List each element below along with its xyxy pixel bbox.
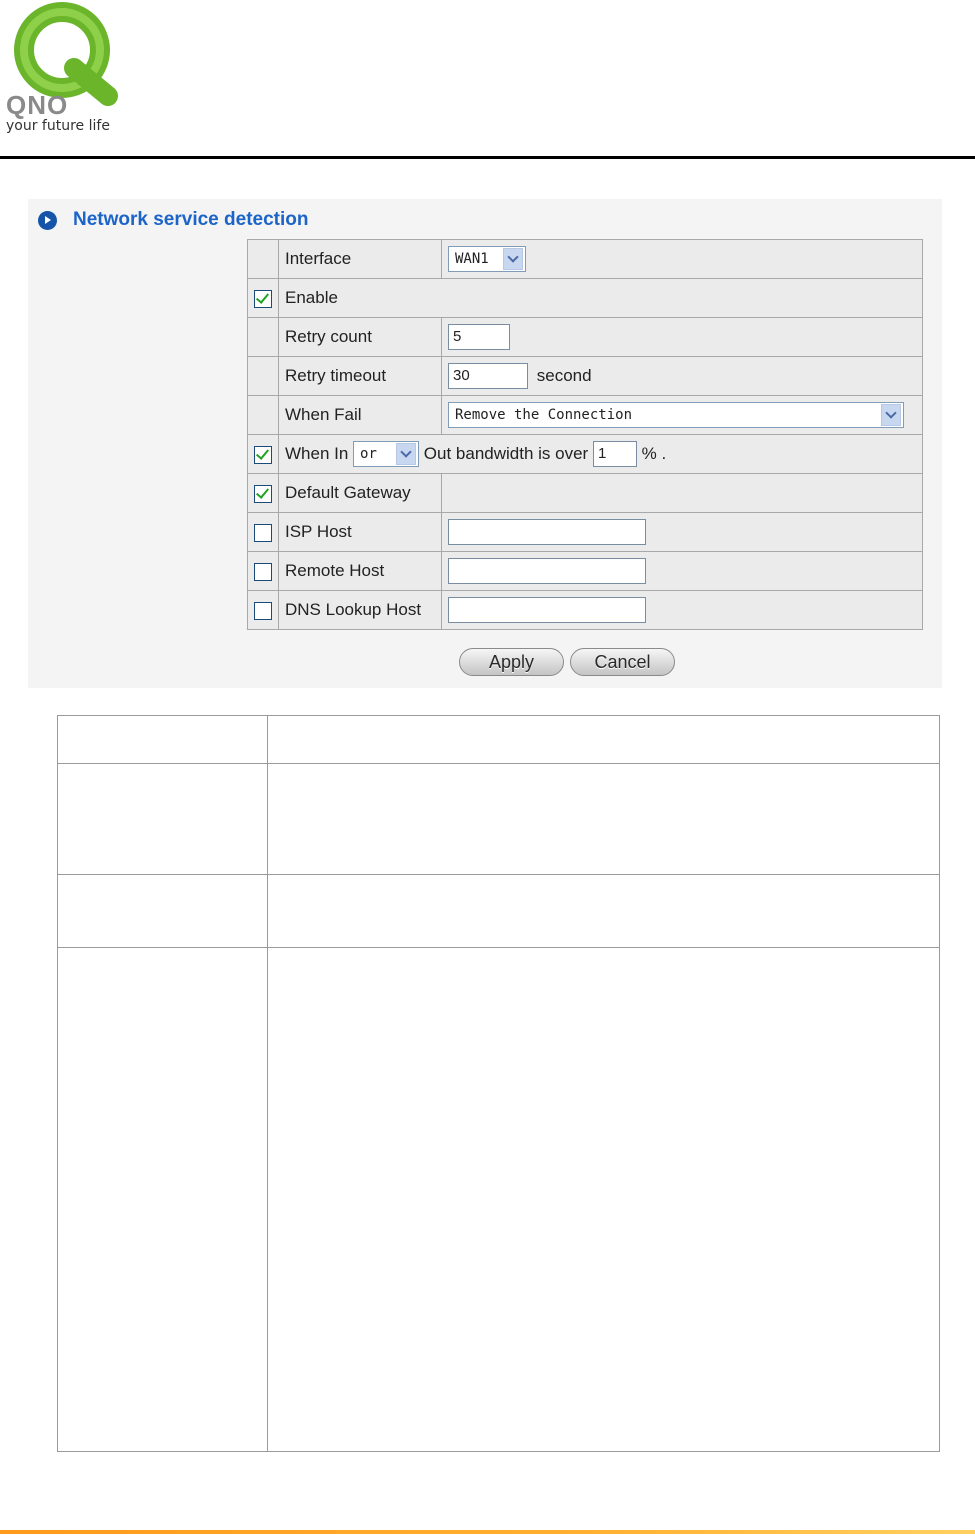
bandwidth-label-mid: Out bandwidth is over	[423, 444, 589, 463]
retry-timeout-unit: second	[536, 366, 592, 385]
bandwidth-label-suffix: % .	[641, 444, 667, 463]
row-when-fail: When Fail Remove the Connection	[247, 395, 923, 435]
chevron-down-icon[interactable]	[396, 443, 417, 465]
doc-cell	[57, 715, 268, 764]
enable-label: Enable	[278, 278, 923, 318]
default-gateway-checkbox[interactable]	[254, 484, 272, 503]
doc-cell	[57, 947, 268, 1452]
isp-host-label: ISP Host	[278, 512, 442, 552]
row-retry-count: Retry count 5	[247, 317, 923, 357]
row-default-gateway: Default Gateway	[247, 473, 923, 513]
row-enable: Enable	[247, 278, 923, 318]
row-remote-host: Remote Host	[247, 551, 923, 591]
isp-host-checkbox[interactable]	[254, 523, 272, 542]
description-table	[57, 715, 940, 1452]
interface-select-value: WAN1	[455, 251, 489, 267]
remote-host-label: Remote Host	[278, 551, 442, 591]
row-interface: Interface WAN1	[247, 239, 923, 279]
row-isp-host: ISP Host	[247, 512, 923, 552]
bandwidth-threshold-input[interactable]: 1	[592, 441, 637, 467]
chevron-down-icon[interactable]	[503, 248, 523, 270]
retry-count-label: Retry count	[278, 317, 442, 357]
row-retry-timeout: Retry timeout 30 second	[247, 356, 923, 396]
doc-cell	[57, 874, 268, 948]
apply-button[interactable]: Apply	[459, 648, 564, 676]
when-fail-select-value: Remove the Connection	[455, 407, 633, 423]
row-dns-lookup-host: DNS Lookup Host	[247, 590, 923, 630]
when-fail-select[interactable]: Remove the Connection	[448, 402, 904, 428]
bandwidth-operator-value: or	[360, 446, 377, 462]
doc-cell	[267, 874, 940, 948]
header-divider	[0, 156, 975, 159]
row-bandwidth: When In or Out bandwidth is over 1 % .	[247, 434, 923, 474]
section-header: Network service detection	[38, 206, 308, 234]
detection-settings-table: Interface WAN1 Enable Retry count 5 Retr…	[247, 239, 923, 630]
arrow-bullet-icon	[38, 210, 57, 230]
retry-timeout-input[interactable]: 30	[448, 363, 528, 389]
retry-count-input[interactable]: 5	[448, 324, 510, 350]
dns-lookup-host-checkbox[interactable]	[254, 601, 272, 620]
footer-divider	[0, 1530, 975, 1534]
default-gateway-label: Default Gateway	[278, 473, 442, 513]
section-title: Network service detection	[73, 209, 309, 230]
doc-cell	[267, 947, 940, 1452]
logo-tagline: your future life	[6, 118, 110, 134]
interface-label: Interface	[278, 239, 442, 279]
interface-select[interactable]: WAN1	[448, 246, 526, 272]
doc-cell	[267, 715, 940, 764]
doc-cell	[267, 763, 940, 875]
chevron-down-icon[interactable]	[881, 404, 901, 426]
remote-host-checkbox[interactable]	[254, 562, 272, 581]
when-fail-label: When Fail	[278, 395, 442, 435]
svg-text:QNO: QNO	[6, 90, 68, 120]
remote-host-input[interactable]	[448, 558, 646, 584]
dns-lookup-host-label: DNS Lookup Host	[278, 590, 442, 630]
bandwidth-operator-select[interactable]: or	[353, 441, 420, 467]
bandwidth-label-prefix: When In	[285, 444, 349, 463]
doc-cell	[57, 763, 268, 875]
dns-lookup-host-input[interactable]	[448, 597, 646, 623]
isp-host-input[interactable]	[448, 519, 646, 545]
cancel-button[interactable]: Cancel	[570, 648, 675, 676]
bandwidth-checkbox[interactable]	[254, 445, 272, 464]
enable-checkbox[interactable]	[254, 289, 272, 308]
retry-timeout-label: Retry timeout	[278, 356, 442, 396]
